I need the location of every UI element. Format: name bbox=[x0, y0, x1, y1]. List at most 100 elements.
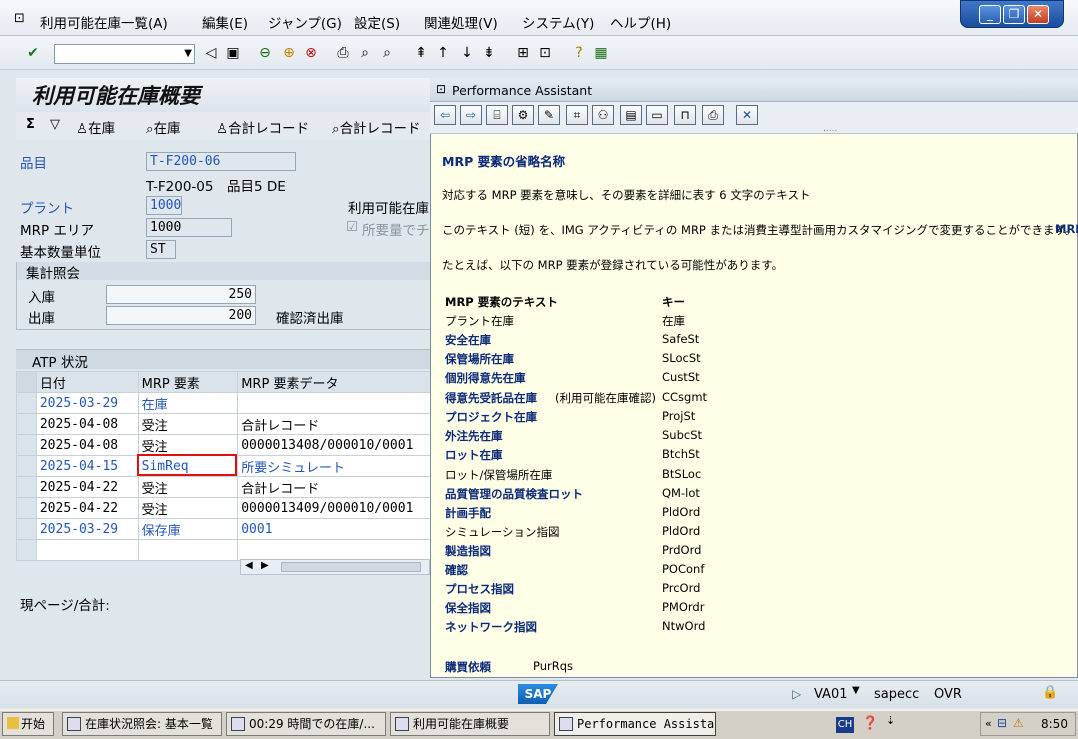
find-next-icon[interactable]: ⌕ bbox=[378, 44, 396, 62]
menu-item-help[interactable]: ヘルプ(H) bbox=[610, 12, 671, 32]
menu-item-goto[interactable]: ジャンプ(G) bbox=[268, 12, 342, 32]
help-icon[interactable]: ❓ bbox=[862, 716, 878, 731]
pa-row-text[interactable]: 安全在庫 bbox=[445, 332, 491, 348]
cell-element[interactable]: 受注 bbox=[137, 434, 239, 456]
forward-icon[interactable]: ⇨ bbox=[460, 105, 482, 125]
filter-icon[interactable]: ▽ bbox=[50, 117, 60, 132]
sum-icon[interactable]: Σ bbox=[26, 117, 35, 132]
cell-element[interactable] bbox=[137, 539, 239, 561]
resize-grip-icon[interactable]: ..... bbox=[823, 124, 837, 134]
column-header-mrp-element[interactable]: MRP 要素 bbox=[137, 371, 239, 393]
stock-search-button[interactable]: ⌕在庫 bbox=[146, 117, 181, 137]
pa-row-text[interactable]: 品質管理の品質検査ロット bbox=[445, 486, 583, 502]
comment-icon[interactable]: ▭ bbox=[646, 105, 668, 125]
table-row[interactable]: 2025-04-08 受注 0000013408/000010/0001 bbox=[16, 434, 436, 456]
select-all-cell[interactable] bbox=[16, 371, 37, 393]
row-selector[interactable] bbox=[16, 413, 37, 435]
chevron-down-icon[interactable]: ▼ bbox=[852, 685, 860, 696]
taskbar-item-active[interactable]: Performance Assistant bbox=[554, 712, 716, 736]
network-icon[interactable]: ⊟ bbox=[997, 716, 1007, 730]
language-indicator[interactable]: CH bbox=[836, 717, 854, 733]
pa-row-text[interactable]: 保管場所在庫 bbox=[445, 351, 514, 367]
cell-element[interactable]: 受注 bbox=[137, 476, 239, 498]
table-row[interactable]: 2025-04-22 受注 合計レコード bbox=[16, 476, 436, 498]
triangle-right-icon[interactable]: ▷ bbox=[792, 687, 801, 701]
cell-element[interactable]: 保存庫 bbox=[137, 518, 239, 540]
pa-row-text[interactable]: 個別得意先在庫 bbox=[445, 370, 526, 386]
total-records-search-button[interactable]: ⌕合計レコード bbox=[332, 117, 421, 137]
tech-info-icon[interactable]: ⚙ bbox=[512, 105, 534, 125]
pa-mrp-link[interactable]: MRP bbox=[1055, 222, 1078, 236]
cancel-icon[interactable]: ⊗ bbox=[302, 44, 320, 62]
table-row[interactable] bbox=[16, 539, 436, 561]
menu-item-system[interactable]: システム(Y) bbox=[522, 12, 594, 32]
close-icon[interactable]: ✕ bbox=[1027, 5, 1049, 24]
table-row[interactable]: 2025-04-22 受注 0000013409/000010/0001 bbox=[16, 497, 436, 519]
document-icon[interactable]: ▤ bbox=[620, 105, 642, 125]
minimize-icon[interactable]: _ bbox=[979, 5, 1001, 24]
row-selector[interactable] bbox=[16, 539, 37, 561]
row-selector[interactable] bbox=[16, 455, 37, 477]
help-icon[interactable]: ? bbox=[570, 44, 588, 62]
taskbar-item[interactable]: 利用可能在庫概要 bbox=[390, 712, 550, 736]
edit-icon[interactable]: ✎ bbox=[538, 105, 560, 125]
pa-row-text[interactable]: 製造指図 bbox=[445, 543, 491, 559]
column-header-date[interactable]: 日付 bbox=[35, 371, 139, 393]
pa-row-text[interactable]: ロット在庫 bbox=[445, 447, 503, 463]
book-icon[interactable]: ⌸ bbox=[486, 105, 508, 125]
menu-window-icon[interactable]: ⊡ bbox=[14, 11, 25, 26]
next-page-icon[interactable]: ↓ bbox=[458, 44, 476, 62]
horizontal-scrollbar[interactable]: ◀ ▶ bbox=[240, 559, 430, 575]
row-selector[interactable] bbox=[16, 434, 37, 456]
chevron-left-icon[interactable]: « bbox=[985, 717, 992, 730]
pa-row-text[interactable]: プロセス指図 bbox=[445, 581, 514, 597]
table-row[interactable]: 2025-04-08 受注 合計レコード bbox=[16, 413, 436, 435]
scroll-left-icon[interactable]: ◀ bbox=[245, 560, 253, 571]
taskbar-item[interactable]: 00:29 時間での在庫/... bbox=[226, 712, 386, 736]
back-icon[interactable]: ⇦ bbox=[434, 105, 456, 125]
table-row[interactable]: 2025-03-29 在庫 bbox=[16, 392, 436, 414]
command-field[interactable]: ▼ bbox=[54, 44, 195, 64]
table-row[interactable]: 2025-03-29 保存庫 0001 bbox=[16, 518, 436, 540]
print-icon[interactable]: ⎙ bbox=[702, 105, 724, 125]
layout-icon[interactable]: ▦ bbox=[592, 44, 610, 62]
pa-row-text[interactable]: 計画手配 bbox=[445, 505, 491, 521]
pa-row-text[interactable]: 購買依頼 bbox=[445, 659, 491, 675]
cell-element[interactable]: 在庫 bbox=[137, 392, 239, 414]
taskbar-item[interactable]: 在庫状況照会: 基本一覧 bbox=[62, 712, 222, 736]
enter-icon[interactable]: ✔ bbox=[24, 44, 42, 62]
stock-person-button[interactable]: ♙在庫 bbox=[76, 117, 115, 137]
menu-item-list[interactable]: 利用可能在庫一覧(A) bbox=[40, 12, 168, 32]
highlight-icon[interactable]: ⌗ bbox=[566, 105, 588, 125]
cell-element[interactable]: 受注 bbox=[137, 413, 239, 435]
cell-element[interactable]: 受注 bbox=[137, 497, 239, 519]
column-header-mrp-data[interactable]: MRP 要素データ bbox=[237, 371, 436, 393]
pa-row-text[interactable]: 外注先在庫 bbox=[445, 428, 503, 444]
menu-item-edit[interactable]: 編集(E) bbox=[202, 12, 248, 32]
pa-row-text[interactable]: 保全指図 bbox=[445, 600, 491, 616]
last-page-icon[interactable]: ⇟ bbox=[480, 44, 498, 62]
new-session-icon[interactable]: ⊞ bbox=[514, 44, 532, 62]
save-icon[interactable]: ▣ bbox=[224, 44, 242, 62]
exit-icon[interactable]: ⊕ bbox=[280, 44, 298, 62]
pa-row-text[interactable]: 確認 bbox=[445, 562, 468, 578]
restore-icon[interactable]: ❐ bbox=[1003, 5, 1025, 24]
row-selector[interactable] bbox=[16, 497, 37, 519]
start-button[interactable]: 开始 bbox=[2, 712, 54, 736]
scroll-right-icon[interactable]: ▶ bbox=[261, 560, 269, 571]
row-selector[interactable] bbox=[16, 476, 37, 498]
find-icon[interactable]: ⌕ bbox=[356, 44, 374, 62]
back-icon[interactable]: ⊖ bbox=[256, 44, 274, 62]
menu-item-related[interactable]: 関連処理(V) bbox=[424, 12, 498, 32]
bookmark-icon[interactable]: ⊓ bbox=[674, 105, 696, 125]
chevron-down-icon[interactable]: ▼ bbox=[184, 48, 192, 59]
row-selector[interactable] bbox=[16, 392, 37, 414]
warning-icon[interactable]: ⚠ bbox=[1013, 716, 1024, 730]
pa-row-text[interactable]: 得意先受託品在庫 bbox=[445, 390, 537, 406]
total-records-button[interactable]: ♙合計レコード bbox=[216, 117, 309, 137]
close-icon[interactable]: ✕ bbox=[736, 105, 758, 125]
menu-item-settings[interactable]: 設定(S) bbox=[354, 12, 400, 32]
pa-row-text[interactable]: ネットワーク指図 bbox=[445, 619, 537, 635]
print-icon[interactable]: ⎙ bbox=[334, 44, 352, 62]
shortcut-icon[interactable]: ⊡ bbox=[536, 44, 554, 62]
